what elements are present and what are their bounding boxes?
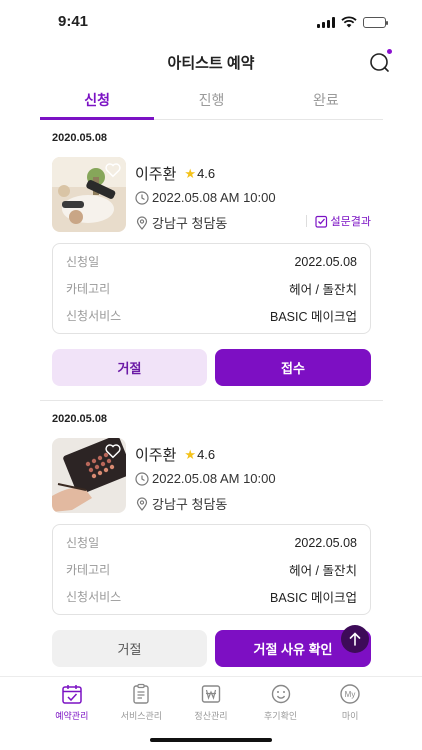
nav-my[interactable]: My 마이 [315,683,385,722]
reject-button[interactable]: 거절 [52,630,207,667]
detail-label: 신청서비스 [66,590,122,604]
artist-rating: 4.6 [197,447,216,462]
status-time: 9:41 [58,13,89,30]
won-icon [201,685,221,703]
detail-label: 신청서비스 [66,309,122,323]
wifi-icon [341,16,357,28]
detail-label: 신청일 [66,536,100,550]
reservation-detail-box: 신청일 2022.05.08 카테고리 헤어 / 돌잔치 신청서비스 BASIC… [52,243,371,334]
reject-button[interactable]: 거절 [52,349,207,386]
star-icon: ★ [184,165,197,181]
heart-icon[interactable] [104,442,122,460]
reservation-card: 2020.05.08 이주환 ★ 4.6 2022.05.08 AM 10:00… [40,120,383,401]
card-actions: 거절 접수 [52,349,371,400]
smile-icon [271,684,290,704]
nav-reservation-management[interactable]: 예약관리 [37,683,107,722]
nav-label: 마이 [341,711,359,721]
location-row: 강남구 청담동 [135,213,227,232]
name-row: 이주환 ★ 4.6 [135,444,215,465]
arrow-up-icon [349,632,361,646]
reservation-location: 강남구 청담동 [152,497,228,512]
svg-text:My: My [345,690,356,699]
star-icon: ★ [184,446,197,462]
artist-name: 이주환 [135,166,177,183]
artist-info: 이주환 ★ 4.6 2022.05.08 AM 10:00 강남구 청담동 [52,438,371,514]
detail-value: 헤어 / 돌잔치 [289,283,357,297]
detail-row: 카테고리 헤어 / 돌잔치 [66,556,357,583]
battery-icon [363,16,388,28]
reservation-date: 2020.05.08 [52,413,108,425]
artist-photo[interactable] [52,157,126,232]
detail-row: 신청서비스 BASIC 메이크업 [66,583,357,610]
survey-result-link[interactable]: 설문결과 [305,213,371,229]
detail-row: 신청일 2022.05.08 [66,248,357,275]
nav-label: 후기확인 [264,711,298,721]
name-row: 이주환 ★ 4.6 [135,163,215,184]
survey-check-icon [314,215,327,228]
reservation-location: 강남구 청담동 [152,216,228,231]
my-icon: My [340,684,360,704]
detail-label: 카테고리 [66,563,111,577]
detail-value: BASIC 메이크업 [270,591,357,605]
clock-icon [135,190,149,205]
detail-value: 헤어 / 돌잔치 [289,564,357,578]
heart-icon[interactable] [104,161,122,179]
status-bar: 9:41 [0,0,422,44]
nav-label: 서비스관리 [120,711,163,721]
scroll-top-button[interactable] [341,625,369,653]
tab-in-progress[interactable]: 진행 [154,84,268,119]
artist-photo[interactable] [52,438,126,513]
nav-service-management[interactable]: 서비스관리 [107,683,177,722]
reservation-datetime: 2022.05.08 AM 10:00 [152,190,276,205]
survey-result-label: 설문결과 [330,216,371,228]
tab-applied[interactable]: 신청 [40,84,155,120]
nav-review-check[interactable]: 후기확인 [246,683,316,722]
detail-label: 신청일 [66,255,100,269]
reservation-datetime: 2022.05.08 AM 10:00 [152,471,276,486]
detail-value: BASIC 메이크업 [270,310,357,324]
reservation-date: 2020.05.08 [52,132,108,144]
signal-icon [317,16,335,28]
reservation-card: 2020.05.08 이주환 ★ 4.6 2022.05.08 AM 10:00… [40,401,383,676]
clipboard-icon [133,683,150,704]
calendar-check-icon [62,685,82,704]
status-tabs: 신청 진행 완료 [40,84,383,120]
page-title: 아티스트 예약 [167,55,255,72]
location-row: 강남구 청담동 [135,494,227,513]
accept-button[interactable]: 접수 [215,349,371,386]
detail-label: 카테고리 [66,282,111,296]
nav-label: 정산관리 [194,711,228,721]
detail-row: 신청서비스 BASIC 메이크업 [66,302,357,329]
artist-info: 이주환 ★ 4.6 2022.05.08 AM 10:00 강남구 청담동 [52,157,371,233]
detail-value: 2022.05.08 [294,254,357,269]
reservation-detail-box: 신청일 2022.05.08 카테고리 헤어 / 돌잔치 신청서비스 BASIC… [52,524,371,615]
reservation-list[interactable]: 2020.05.08 이주환 ★ 4.6 2022.05.08 AM 10:00… [40,120,383,676]
location-pin-icon [136,496,148,511]
detail-value: 2022.05.08 [294,535,357,550]
artist-rating: 4.6 [197,166,216,181]
detail-row: 신청일 2022.05.08 [66,529,357,556]
notification-dot [387,49,392,54]
home-indicator [150,738,272,742]
reservation-time-row: 2022.05.08 AM 10:00 [135,190,276,205]
clock-icon [135,471,149,486]
detail-row: 카테고리 헤어 / 돌잔치 [66,275,357,302]
tab-completed[interactable]: 완료 [269,84,383,119]
location-pin-icon [136,215,148,230]
artist-name: 이주환 [135,447,177,464]
header: 아티스트 예약 [0,44,422,80]
status-icons [317,16,388,28]
reservation-time-row: 2022.05.08 AM 10:00 [135,471,276,486]
card-actions: 거절 거절 사유 확인 [52,630,371,676]
nav-label: 예약관리 [55,711,89,721]
nav-settlement-management[interactable]: 정산관리 [176,683,246,722]
